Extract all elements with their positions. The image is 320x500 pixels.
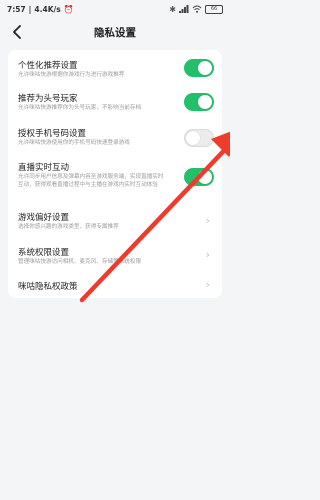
status-speed: 4.4K/s bbox=[34, 4, 61, 14]
status-bar: 7:57 | 4.4K/s ⏰ ✱ 66 bbox=[0, 0, 230, 18]
status-time: 7:57 bbox=[7, 4, 26, 14]
status-right: ✱ 66 bbox=[169, 4, 223, 14]
chevron-right-icon: › bbox=[205, 214, 210, 227]
setting-top-player[interactable]: 推荐为头号玩家 允许咪咕快游推荐你为头号玩家，不影响当前存档 bbox=[8, 84, 222, 116]
setting-desc: 允许咪咕快游推荐你为头号玩家，不影响当前存档 bbox=[18, 105, 142, 111]
back-arrow-icon bbox=[13, 25, 21, 39]
live-interaction-toggle[interactable] bbox=[184, 168, 214, 186]
signal-icon bbox=[179, 5, 189, 13]
setting-desc: 选择你感兴趣的游戏类型，获得专属推荐 bbox=[18, 224, 119, 230]
page-title: 隐私设置 bbox=[94, 26, 136, 39]
settings-card: 个性化推荐设置 允许咪咕快游根据你游戏行为进行游戏推荐 推荐为头号玩家 允许咪咕… bbox=[8, 50, 222, 298]
top-player-toggle[interactable] bbox=[184, 93, 214, 111]
setting-desc: 允许同步用户信息及弹幕内容至游戏服务端，实现直播实时互动，获得观看直播过程中与主… bbox=[18, 174, 164, 188]
setting-phone-authorization[interactable]: 授权手机号码设置 允许咪咕快游使用你的手机号码快速登录游戏 bbox=[8, 116, 222, 152]
status-left: 7:57 | 4.4K/s ⏰ bbox=[7, 5, 74, 14]
status-divider: | bbox=[28, 4, 32, 14]
chevron-right-icon: › bbox=[205, 278, 210, 291]
alarm-icon: ⏰ bbox=[63, 4, 74, 14]
setting-title: 游戏偏好设置 bbox=[18, 213, 70, 223]
toggle-knob bbox=[186, 131, 200, 145]
setting-title: 系统权限设置 bbox=[18, 248, 70, 258]
setting-title: 直播实时互动 bbox=[18, 163, 70, 173]
page-header: 隐私设置 bbox=[0, 18, 230, 46]
setting-personalized-recommendation[interactable]: 个性化推荐设置 允许咪咕快游根据你游戏行为进行游戏推荐 bbox=[8, 50, 222, 84]
wifi-icon bbox=[192, 5, 202, 13]
phone-authorization-toggle[interactable] bbox=[184, 129, 214, 147]
bluetooth-icon: ✱ bbox=[169, 4, 176, 14]
back-button[interactable] bbox=[7, 22, 27, 42]
setting-privacy-policy[interactable]: 咪咕隐私权政策 › bbox=[8, 272, 222, 298]
toggle-knob bbox=[198, 170, 212, 184]
toggle-knob bbox=[198, 95, 212, 109]
setting-title: 咪咕隐私权政策 bbox=[18, 282, 78, 292]
setting-desc: 允许咪咕快游根据你游戏行为进行游戏推荐 bbox=[18, 72, 125, 78]
setting-desc: 管理咪咕快游访问相机、麦克风、存储等系统权限 bbox=[18, 259, 142, 265]
setting-title: 推荐为头号玩家 bbox=[18, 94, 78, 104]
personalized-recommendation-toggle[interactable] bbox=[184, 59, 214, 77]
setting-title: 个性化推荐设置 bbox=[18, 61, 78, 71]
chevron-right-icon: › bbox=[205, 248, 210, 261]
toggle-knob bbox=[198, 61, 212, 75]
setting-game-preference[interactable]: 游戏偏好设置 选择你感兴趣的游戏类型，获得专属推荐 › bbox=[8, 202, 222, 238]
battery-icon: 66 bbox=[205, 4, 223, 14]
setting-live-interaction[interactable]: 直播实时互动 允许同步用户信息及弹幕内容至游戏服务端，实现直播实时互动，获得观看… bbox=[8, 152, 222, 202]
setting-system-permissions[interactable]: 系统权限设置 管理咪咕快游访问相机、麦克风、存储等系统权限 › bbox=[8, 238, 222, 272]
setting-title: 授权手机号码设置 bbox=[18, 129, 87, 139]
setting-desc: 允许咪咕快游使用你的手机号码快速登录游戏 bbox=[18, 140, 130, 146]
